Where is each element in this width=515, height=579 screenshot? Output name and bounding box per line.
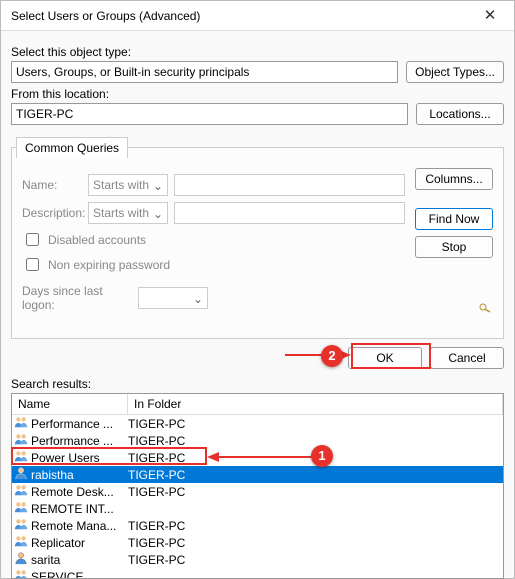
name-input[interactable]	[174, 174, 405, 196]
results-list: Name In Folder Performance ...TIGER-PCPe…	[11, 393, 504, 579]
list-item[interactable]: REMOTE INT...	[12, 500, 503, 517]
close-icon[interactable]: ✕	[468, 2, 512, 30]
callout-1: 1	[311, 445, 333, 467]
tab-common-queries[interactable]: Common Queries	[16, 137, 128, 158]
search-icon	[415, 301, 493, 318]
columns-button[interactable]: Columns...	[415, 168, 493, 190]
list-item[interactable]: Replicator TIGER-PC	[12, 534, 503, 551]
name-match-combo[interactable]: Starts with	[88, 174, 168, 196]
list-item[interactable]: Remote Mana... TIGER-PC	[12, 517, 503, 534]
list-item[interactable]: Remote Desk... TIGER-PC	[12, 483, 503, 500]
common-queries-group: Common Queries Name: Starts with Descrip…	[11, 147, 504, 339]
description-label: Description:	[22, 206, 82, 220]
disabled-accounts-label: Disabled accounts	[48, 233, 146, 247]
row-folder: TIGER-PC	[128, 485, 501, 499]
stop-button[interactable]: Stop	[415, 236, 493, 258]
callout-2: 2	[321, 345, 343, 367]
column-name[interactable]: Name	[12, 394, 128, 414]
results-body[interactable]: Performance ... TIGER-PC Performance ... TI…	[12, 415, 503, 578]
group-icon	[14, 432, 28, 449]
column-folder[interactable]: In Folder	[128, 394, 503, 414]
group-icon	[14, 534, 28, 551]
row-folder: TIGER-PC	[128, 536, 501, 550]
search-results-label: Search results:	[1, 377, 514, 393]
row-name: Remote Mana...	[31, 519, 116, 533]
cancel-button[interactable]: Cancel	[430, 347, 504, 369]
row-name: Replicator	[31, 536, 85, 550]
row-name: REMOTE INT...	[31, 502, 114, 516]
group-icon	[14, 449, 28, 466]
group-icon	[14, 483, 28, 500]
from-location-label: From this location:	[11, 87, 504, 101]
name-label: Name:	[22, 178, 82, 192]
dialog-buttons: OK Cancel	[1, 339, 514, 377]
user-icon	[14, 551, 28, 568]
find-now-button[interactable]: Find Now	[415, 208, 493, 230]
list-item[interactable]: Performance ... TIGER-PC	[12, 432, 503, 449]
days-since-combo[interactable]	[138, 287, 208, 309]
row-folder: TIGER-PC	[128, 434, 501, 448]
list-item[interactable]: sarita TIGER-PC	[12, 551, 503, 568]
row-name: Performance ...	[31, 417, 113, 431]
dialog-body: Select this object type: Object Types...…	[1, 31, 514, 339]
row-name: SERVICE	[31, 570, 83, 579]
locations-button[interactable]: Locations...	[416, 103, 504, 125]
list-item[interactable]: rabistha TIGER-PC	[12, 466, 503, 483]
dialog-title: Select Users or Groups (Advanced)	[11, 9, 468, 23]
titlebar: Select Users or Groups (Advanced) ✕	[1, 1, 514, 31]
group-icon	[14, 500, 28, 517]
location-input[interactable]	[11, 103, 408, 125]
row-name: Performance ...	[31, 434, 113, 448]
row-name: rabistha	[31, 468, 74, 482]
group-icon	[14, 568, 28, 578]
group-icon	[14, 415, 28, 432]
row-folder: TIGER-PC	[128, 553, 501, 567]
object-types-button[interactable]: Object Types...	[406, 61, 504, 83]
object-type-input[interactable]	[11, 61, 398, 83]
row-name: Power Users	[31, 451, 100, 465]
row-folder: TIGER-PC	[128, 519, 501, 533]
group-icon	[14, 517, 28, 534]
user-icon	[14, 466, 28, 483]
description-input[interactable]	[174, 202, 405, 224]
list-item[interactable]: SERVICE	[12, 568, 503, 578]
list-item[interactable]: Performance ... TIGER-PC	[12, 415, 503, 432]
description-match-combo[interactable]: Starts with	[88, 202, 168, 224]
non-expiring-checkbox[interactable]	[26, 258, 39, 271]
non-expiring-label: Non expiring password	[48, 258, 170, 272]
ok-button[interactable]: OK	[348, 347, 422, 369]
results-header[interactable]: Name In Folder	[12, 394, 503, 415]
list-item[interactable]: Power UsersTIGER-PC	[12, 449, 503, 466]
object-type-label: Select this object type:	[11, 45, 504, 59]
row-name: Remote Desk...	[31, 485, 114, 499]
row-folder: TIGER-PC	[128, 417, 501, 431]
disabled-accounts-checkbox[interactable]	[26, 233, 39, 246]
dialog: Select Users or Groups (Advanced) ✕ Sele…	[0, 0, 515, 579]
days-since-label: Days since last logon:	[22, 284, 132, 312]
row-folder: TIGER-PC	[128, 468, 501, 482]
row-name: sarita	[31, 553, 60, 567]
